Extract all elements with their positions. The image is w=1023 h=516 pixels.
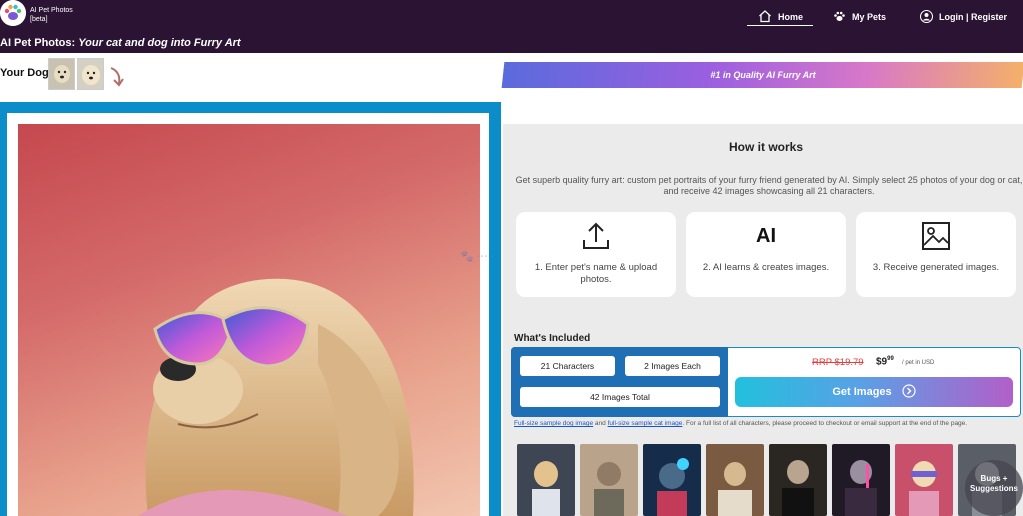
nav-home[interactable]: Home — [758, 7, 803, 27]
image-icon — [856, 220, 1016, 252]
step-card-ai: AI 2. AI learns & creates images. — [686, 212, 846, 297]
step-card-upload: 1. Enter pet's name & upload photos. — [516, 212, 676, 297]
home-icon — [758, 9, 772, 25]
paw-icon — [833, 10, 846, 25]
your-dog-label: Your Dog — [0, 67, 49, 79]
rrp-price: RRP $19.79 — [812, 357, 864, 368]
step-label: 3. Receive generated images. — [872, 262, 1000, 273]
sample-dog-thumbnail[interactable] — [48, 58, 75, 90]
watermark: 🐾 ····· — [460, 251, 496, 263]
gallery-thumbnail[interactable] — [580, 444, 638, 516]
whats-included-title: What's Included — [514, 333, 591, 344]
gallery-thumbnail[interactable] — [895, 444, 953, 516]
nav-login-label: Login | Register — [939, 12, 1008, 22]
step-card-receive: 3. Receive generated images. — [856, 212, 1016, 297]
sample-dog-thumbnail[interactable] — [77, 58, 104, 90]
how-it-works-title: How it works — [728, 140, 803, 154]
quality-banner-text: #1 in Quality AI Furry Art — [710, 70, 816, 80]
feature-chip: 42 Images Total — [520, 387, 720, 407]
gallery-thumbnail[interactable] — [832, 444, 890, 516]
step-label: 1. Enter pet's name & upload photos. — [534, 262, 658, 285]
price-unit: / pet in USD — [902, 360, 935, 366]
sample-note: Full-size sample dog image and full-size… — [514, 420, 968, 427]
gallery-thumbnail[interactable] — [517, 444, 575, 516]
nav-my-pets-label: My Pets — [852, 12, 887, 22]
user-icon — [919, 9, 934, 25]
sale-price: $999 — [876, 356, 894, 368]
feature-chip: 21 Characters — [520, 356, 615, 376]
arrow-right-circle-icon — [902, 383, 916, 401]
gallery-thumbnail[interactable] — [706, 444, 764, 516]
nav-login-register[interactable]: Login | Register — [919, 7, 1008, 27]
upload-icon — [516, 220, 676, 252]
gallery-thumbnail[interactable] — [769, 444, 827, 516]
bugs-suggestions-button[interactable]: Bugs + Suggestions — [965, 460, 1023, 516]
sample-dog-link[interactable]: Full-size sample dog image — [514, 420, 593, 427]
gallery-thumbnail[interactable] — [643, 444, 701, 516]
step-label: 2. AI learns & creates images. — [702, 262, 830, 273]
how-it-works-description: Get superb quality furry art: custom pet… — [515, 175, 1023, 196]
sample-cat-link[interactable]: full-size sample cat image — [608, 420, 683, 427]
page-tagline: AI Pet Photos: Your cat and dog into Fur… — [0, 37, 241, 49]
nav-home-label: Home — [778, 12, 804, 22]
app-name: AI Pet Photos [beta] — [30, 7, 73, 23]
nav-home-underline — [747, 25, 813, 26]
ai-icon: AI — [756, 224, 776, 247]
furry-art-dog-photo — [18, 124, 480, 516]
nav-my-pets[interactable]: My Pets — [833, 7, 886, 27]
paw-logo-icon[interactable] — [0, 0, 26, 26]
get-images-button[interactable]: Get Images — [735, 377, 1013, 407]
get-images-label: Get Images — [832, 386, 892, 398]
feature-chip: 2 Images Each — [625, 356, 720, 376]
curved-arrow-icon — [108, 66, 126, 93]
